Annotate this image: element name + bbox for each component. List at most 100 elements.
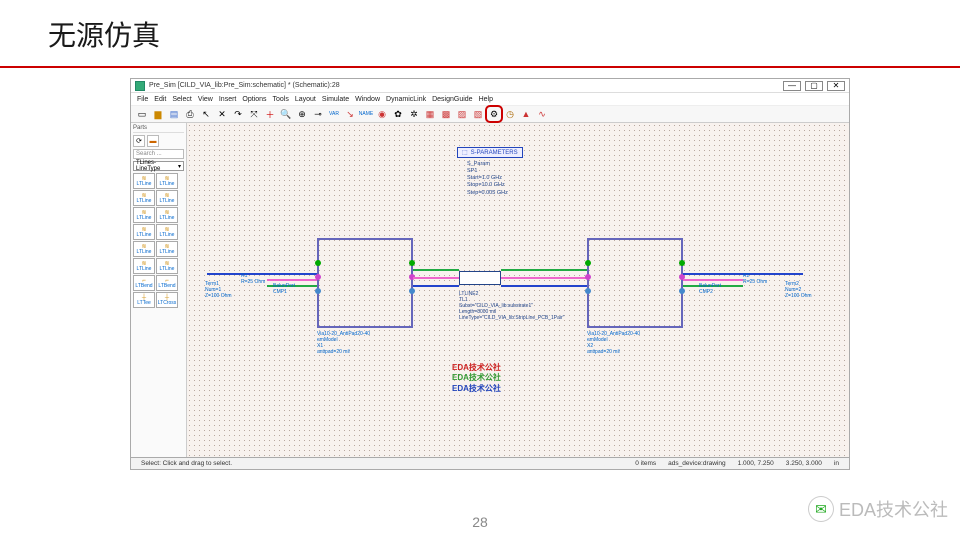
term2[interactable]: Term2Num=2Z=100 Ohm [785,281,812,299]
undo-icon[interactable]: ✕ [215,107,229,121]
pal-ltline-8[interactable]: ≋LTLine [156,224,178,240]
menu-designguide[interactable]: DesignGuide [432,96,472,103]
pal-ltline-4[interactable]: ≋LTLine [156,190,178,206]
name-icon[interactable]: NAME [359,107,373,121]
menu-edit[interactable]: Edit [154,96,166,103]
window-title: Pre_Sim [CILD_VIA_lib:Pre_Sim:schematic]… [149,82,783,89]
pal-ltline-5[interactable]: ≋LTLine [133,207,155,223]
sparam-icon: ⬚ [462,149,468,156]
add-icon[interactable]: ＋ [263,107,277,121]
zoom-in-icon[interactable]: ⊕ [295,107,309,121]
menu-file[interactable]: File [137,96,148,103]
globe-icon[interactable]: ◉ [375,107,389,121]
pal-ltbend[interactable]: ⌐LTBend [133,275,155,291]
wire [413,277,459,279]
open-icon[interactable]: ▆ [151,107,165,121]
linetype-dropdown[interactable]: TLines-LineType ▾ [133,161,184,171]
print-icon[interactable]: ⎙ [183,107,197,121]
em-block-x2[interactable] [587,238,683,328]
grid3-icon[interactable]: ▨ [455,107,469,121]
status-unit: in [828,460,845,467]
new-icon[interactable]: ▭ [135,107,149,121]
grid4-icon[interactable]: ▧ [471,107,485,121]
component-palette: ≋LTLine≋LTLine ≋LTLine≋LTLine ≋LTLine≋LT… [133,173,184,308]
corner-label: EDA技术公社 [839,496,948,522]
wire-icon[interactable]: ↘ [343,107,357,121]
menu-help[interactable]: Help [479,96,493,103]
pal-lttee[interactable]: ┼LTTee [133,292,155,308]
r2-label: R2R=25 Ohm [743,273,767,285]
em-block-x1[interactable] [317,238,413,328]
grid1-icon[interactable]: ▦ [423,107,437,121]
slide-title: 无源仿真 [0,0,960,62]
minimize-button[interactable]: — [783,81,801,91]
zoom-icon[interactable]: 🔍 [279,107,293,121]
app-icon [135,81,145,91]
tline-annotation: LTLINE2TL1 Subst="CILD_VIA_lib:substrate… [459,291,564,321]
pal-ltline-11[interactable]: ≋LTLine [133,258,155,274]
menu-simulate[interactable]: Simulate [322,96,349,103]
clock-icon[interactable]: ◷ [503,107,517,121]
r1-label: R1R=25 Ohm [241,273,265,285]
wave-icon[interactable]: ∿ [535,107,549,121]
gear-icon[interactable]: ✿ [391,107,405,121]
pal-ltline-6[interactable]: ≋LTLine [156,207,178,223]
parts-search-input[interactable]: Search ... [133,149,184,159]
status-layer: ads_device:drawing [662,460,731,467]
library-icon[interactable]: ▬ [147,135,159,147]
wire [413,269,459,271]
var-icon[interactable]: VAR [327,107,341,121]
key-icon[interactable]: ⊸ [311,107,325,121]
wire [683,279,743,281]
x1-annotation: Via10-20_AntiPad20-40emModelX1antipad=20… [317,331,370,355]
cmp1-label: BalunPortCMP1 [273,283,295,295]
dropdown-label: TLines-LineType [136,160,178,172]
schematic-canvas[interactable]: ⬚ S-PARAMETERS S_Param SP1 Start=1.0 GHz… [187,123,849,457]
sparam-settings: S_Param SP1 Start=1.0 GHz Stop=10.0 GHz … [467,161,508,197]
close-button[interactable]: ✕ [827,81,845,91]
menu-window[interactable]: Window [355,96,380,103]
pal-ltline-3[interactable]: ≋LTLine [133,190,155,206]
chevron-down-icon: ▾ [178,163,181,170]
pal-ltbend2[interactable]: ⌐LTBend [156,275,178,291]
cog-icon[interactable]: ✲ [407,107,421,121]
pal-ltline-9[interactable]: ≋LTLine [133,241,155,257]
status-coord1: 1.000, 7.250 [732,460,780,467]
wechat-icon: ✉ [809,497,833,521]
refresh-icon[interactable]: ⟳ [133,135,145,147]
pal-ltline-10[interactable]: ≋LTLine [156,241,178,257]
zoom-fit-icon[interactable]: ⤧ [247,107,261,121]
term1[interactable]: Term1Num=1Z=100 Ohm [205,281,232,299]
wire [267,279,317,281]
menu-select[interactable]: Select [172,96,191,103]
menu-layout[interactable]: Layout [295,96,316,103]
tline-component[interactable] [459,271,501,285]
grid2-icon[interactable]: ▩ [439,107,453,121]
wire [413,285,459,287]
save-icon[interactable]: ▤ [167,107,181,121]
menubar: File Edit Select View Insert Options Too… [131,93,849,105]
redo-icon[interactable]: ↷ [231,107,245,121]
application-window: Pre_Sim [CILD_VIA_lib:Pre_Sim:schematic]… [130,78,850,470]
status-items: 0 items [629,460,662,467]
poly-icon[interactable]: ▲ [519,107,533,121]
parts-panel: Parts ⟳ ▬ Search ... TLines-LineType ▾ ≋… [131,123,187,457]
pal-ltline-7[interactable]: ≋LTLine [133,224,155,240]
pal-ltline-1[interactable]: ≋LTLine [133,173,155,189]
pal-ltline-2[interactable]: ≋LTLine [156,173,178,189]
pal-ltcross[interactable]: ┼LTCross [156,292,178,308]
menu-insert[interactable]: Insert [219,96,237,103]
simulate-gear-icon[interactable]: ⚙ [487,107,501,121]
pal-ltline-12[interactable]: ≋LTLine [156,258,178,274]
menu-dynamiclink[interactable]: DynamicLink [386,96,426,103]
maximize-button[interactable]: ▢ [805,81,823,91]
watermark: EDA技术公社 EDA技术公社 EDA技术公社 [452,363,501,394]
corner-badge: ✉ EDA技术公社 [809,496,948,522]
menu-options[interactable]: Options [242,96,266,103]
parts-header: Parts [133,125,184,133]
menu-tools[interactable]: Tools [273,96,289,103]
status-hint: Select: Click and drag to select. [135,460,629,467]
s-parameters-block[interactable]: ⬚ S-PARAMETERS [457,147,523,158]
cursor-icon[interactable]: ↖ [199,107,213,121]
menu-view[interactable]: View [198,96,213,103]
